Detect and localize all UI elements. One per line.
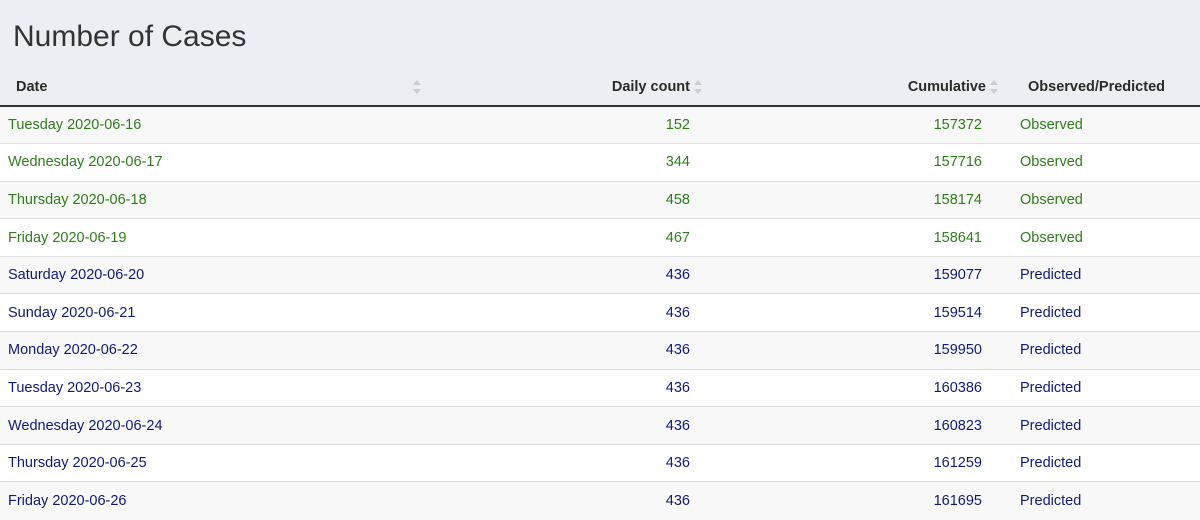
cell-date: Tuesday 2020-06-23	[0, 368, 428, 407]
cell-status: Predicted	[1008, 443, 1200, 482]
column-header-daily-count-label: Daily count	[611, 78, 690, 95]
table-row: Wednesday 2020-06-17 344 157716 Observed	[0, 143, 1200, 182]
column-header-daily-count[interactable]: Daily count	[428, 68, 712, 107]
cell-cumulative: 161259	[712, 443, 1008, 482]
cell-cumulative: 161695	[712, 481, 1008, 520]
sort-icon[interactable]	[413, 80, 421, 94]
table-row: Saturday 2020-06-20 436 159077 Predicted	[0, 255, 1200, 294]
cell-cumulative: 160386	[712, 368, 1008, 407]
cell-daily-count: 436	[428, 293, 712, 332]
cell-cumulative: 159077	[712, 255, 1008, 294]
cell-daily-count: 436	[428, 331, 712, 370]
cell-daily-count: 436	[428, 481, 712, 520]
table-body: Tuesday 2020-06-16 152 157372 Observed Wedne…	[0, 105, 1200, 520]
cell-date: Monday 2020-06-22	[0, 331, 428, 370]
cell-status: Predicted	[1008, 255, 1200, 294]
cell-date: Saturday 2020-06-20	[0, 255, 428, 294]
cases-table: Date Daily count Cumulative Observed/Pre…	[0, 68, 1200, 520]
cell-date: Wednesday 2020-06-17	[0, 143, 428, 182]
cell-daily-count: 152	[428, 105, 712, 144]
cell-status: Observed	[1008, 105, 1200, 144]
header-row: Date Daily count Cumulative Observed/Pre…	[0, 68, 1200, 107]
cell-date: Sunday 2020-06-21	[0, 293, 428, 332]
column-header-observed-predicted[interactable]: Observed/Predicted	[1008, 68, 1200, 107]
cell-daily-count: 467	[428, 218, 712, 257]
cell-status: Observed	[1008, 218, 1200, 257]
cell-cumulative: 160823	[712, 406, 1008, 445]
table-row: Tuesday 2020-06-23 436 160386 Predicted	[0, 368, 1200, 407]
cell-cumulative: 159514	[712, 293, 1008, 332]
cell-daily-count: 436	[428, 406, 712, 445]
cell-cumulative: 159950	[712, 331, 1008, 370]
column-header-observed-predicted-label: Observed/Predicted	[1028, 78, 1165, 95]
column-header-cumulative-label: Cumulative	[907, 78, 986, 95]
cell-status: Predicted	[1008, 481, 1200, 520]
table-row: Monday 2020-06-22 436 159950 Predicted	[0, 331, 1200, 370]
cell-daily-count: 458	[428, 180, 712, 219]
sort-icon[interactable]	[694, 79, 702, 94]
sort-icon[interactable]	[990, 79, 998, 94]
table-row: Sunday 2020-06-21 436 159514 Predicted	[0, 293, 1200, 332]
cell-status: Observed	[1008, 143, 1200, 182]
cell-status: Predicted	[1008, 406, 1200, 445]
cell-status: Observed	[1008, 180, 1200, 219]
cell-daily-count: 344	[428, 143, 712, 182]
table-row: Friday 2020-06-19 467 158641 Observed	[0, 218, 1200, 257]
cell-daily-count: 436	[428, 255, 712, 294]
cell-cumulative: 158641	[712, 218, 1008, 257]
cell-status: Predicted	[1008, 293, 1200, 332]
page-title: Number of Cases	[13, 20, 247, 53]
table-row: Thursday 2020-06-25 436 161259 Predicted	[0, 443, 1200, 482]
cell-cumulative: 158174	[712, 180, 1008, 219]
cell-date: Thursday 2020-06-25	[0, 443, 428, 482]
column-header-date-label: Date	[16, 78, 48, 95]
table-row: Thursday 2020-06-18 458 158174 Observed	[0, 180, 1200, 219]
table-row: Tuesday 2020-06-16 152 157372 Observed	[0, 105, 1200, 144]
column-header-date[interactable]: Date	[0, 68, 428, 107]
table-row: Friday 2020-06-26 436 161695 Predicted	[0, 481, 1200, 520]
cell-status: Predicted	[1008, 331, 1200, 370]
table-row: Wednesday 2020-06-24 436 160823 Predicted	[0, 406, 1200, 445]
cell-status: Predicted	[1008, 368, 1200, 407]
cell-date: Thursday 2020-06-18	[0, 180, 428, 219]
cell-daily-count: 436	[428, 368, 712, 407]
cell-cumulative: 157716	[712, 143, 1008, 182]
cases-page: Number of Cases Date Daily count Cumulat…	[0, 0, 1200, 520]
cell-date: Friday 2020-06-19	[0, 218, 428, 257]
cell-date: Tuesday 2020-06-16	[0, 105, 428, 144]
cell-date: Wednesday 2020-06-24	[0, 406, 428, 445]
cell-cumulative: 157372	[712, 105, 1008, 144]
table-header: Date Daily count Cumulative Observed/Pre…	[0, 68, 1200, 107]
cell-daily-count: 436	[428, 443, 712, 482]
column-header-cumulative[interactable]: Cumulative	[712, 68, 1008, 107]
cell-date: Friday 2020-06-26	[0, 481, 428, 520]
